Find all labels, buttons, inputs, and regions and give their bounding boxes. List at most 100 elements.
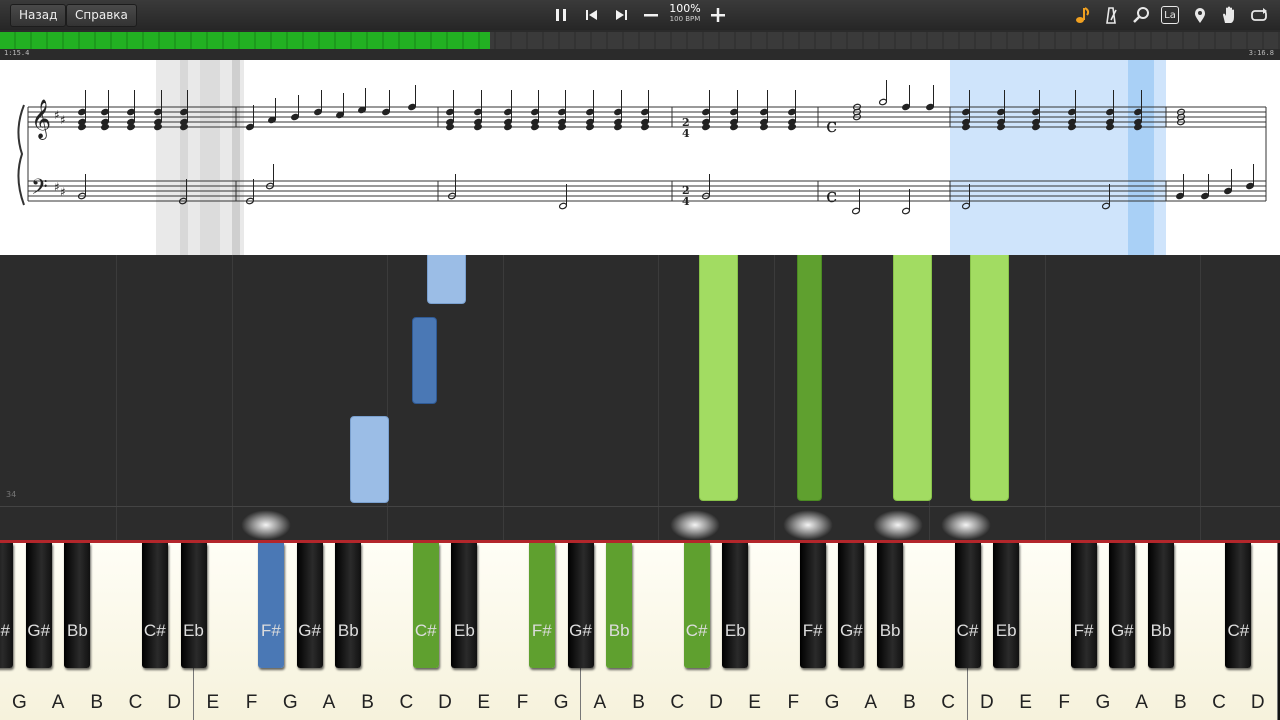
next-button[interactable] xyxy=(610,4,632,26)
notehead xyxy=(702,108,710,116)
black-key[interactable]: C# xyxy=(954,543,981,668)
back-button[interactable]: Назад xyxy=(10,4,67,27)
black-key-pressed[interactable]: C# xyxy=(412,543,439,668)
tempo-display: 100% 100 BPM xyxy=(666,3,704,24)
key-press-glow xyxy=(941,510,991,540)
notehead xyxy=(474,108,482,116)
score-staff: 𝄞 𝄢 ♯ ♯ ♯ ♯ 2 4 2 4 c c xyxy=(17,60,1267,255)
white-key-label: D xyxy=(167,692,181,713)
notehead xyxy=(788,108,796,116)
song-progress-bar[interactable]: 1:15.4 3:16.8 xyxy=(0,30,1280,60)
hand-icon[interactable] xyxy=(1218,4,1240,26)
skip-back-icon xyxy=(586,10,597,20)
playhead-cursor xyxy=(1128,60,1154,255)
white-key-label: G xyxy=(824,692,840,713)
help-button[interactable]: Справка xyxy=(66,4,137,27)
notehead xyxy=(558,202,568,210)
white-key-label: C xyxy=(670,692,685,713)
black-key[interactable]: Bb xyxy=(1148,543,1174,668)
black-key[interactable]: Eb xyxy=(451,543,478,668)
black-key-label: Bb xyxy=(879,621,901,640)
black-key[interactable]: Eb xyxy=(993,543,1020,668)
location-pin-icon[interactable] xyxy=(1189,4,1211,26)
white-key-label: B xyxy=(1174,692,1187,713)
tempo-increase-button[interactable] xyxy=(707,4,729,26)
white-key-label: D xyxy=(438,692,452,713)
notehead xyxy=(504,108,512,116)
falling-note-left-hand xyxy=(412,317,437,404)
black-key-pressed[interactable]: F# xyxy=(528,543,555,668)
la-icon[interactable]: La xyxy=(1159,4,1181,26)
black-key-label: Bb xyxy=(66,621,88,640)
black-key[interactable]: C# xyxy=(141,543,168,668)
black-key[interactable]: G# xyxy=(1109,543,1136,668)
notehead xyxy=(408,103,416,111)
svg-text:♯: ♯ xyxy=(54,108,60,122)
white-key-label: B xyxy=(903,692,916,713)
previous-button[interactable] xyxy=(581,4,603,26)
la-label: La xyxy=(1161,6,1179,24)
svg-text:♯: ♯ xyxy=(60,185,66,199)
svg-text:c: c xyxy=(826,113,837,137)
key-press-glow xyxy=(873,510,923,540)
roll-grid xyxy=(0,255,1280,540)
svg-text:4: 4 xyxy=(682,195,690,208)
metronome-icon[interactable] xyxy=(1100,4,1122,26)
black-key[interactable]: Bb xyxy=(335,543,362,668)
white-key-label: D xyxy=(979,692,994,713)
black-key[interactable]: G# xyxy=(838,543,865,668)
falling-note-left-hand xyxy=(427,255,466,304)
key-press-glow xyxy=(670,510,720,540)
white-key-label: E xyxy=(748,692,761,713)
notehead xyxy=(851,207,861,215)
white-key-label: G xyxy=(282,692,298,713)
black-key[interactable]: Bb xyxy=(64,543,91,668)
svg-text:4: 4 xyxy=(682,127,690,140)
white-key-label: F xyxy=(516,692,529,713)
loop-icon[interactable] xyxy=(1248,4,1270,26)
black-key-pressed[interactable]: C# xyxy=(683,543,710,668)
black-key[interactable]: G# xyxy=(296,543,323,668)
elapsed-time: 1:15.4 xyxy=(4,49,30,57)
white-key-label: C xyxy=(399,692,414,713)
black-key[interactable]: G# xyxy=(567,543,594,668)
white-key-label: D xyxy=(709,692,723,713)
notehead xyxy=(902,103,910,111)
white-key-label: B xyxy=(632,692,645,713)
sheet-music-view[interactable]: 𝄞 𝄢 ♯ ♯ ♯ ♯ 2 4 2 4 c c xyxy=(0,60,1280,255)
black-key[interactable]: Eb xyxy=(722,543,749,668)
notehead xyxy=(878,98,888,106)
black-key[interactable]: Bb xyxy=(877,543,904,668)
svg-text:c: c xyxy=(826,183,837,207)
black-key-label: Bb xyxy=(608,621,630,640)
measure-number: 34 xyxy=(6,490,17,499)
white-key-label: F xyxy=(787,692,800,713)
notehead xyxy=(1224,187,1232,195)
black-key[interactable]: Eb xyxy=(180,543,207,668)
white-key-label: A xyxy=(1135,692,1148,713)
black-key-pressed[interactable]: F# xyxy=(257,543,284,668)
key-press-glow xyxy=(783,510,833,540)
tempo-decrease-button[interactable] xyxy=(640,4,662,26)
magnifier-icon[interactable] xyxy=(1130,4,1152,26)
key-press-glow xyxy=(241,510,291,540)
tempo-percent: 100% xyxy=(669,2,701,15)
black-key[interactable]: C# xyxy=(1225,543,1252,668)
black-key[interactable]: F# xyxy=(0,543,13,668)
black-key[interactable]: F# xyxy=(799,543,826,668)
white-key-label: A xyxy=(322,692,336,713)
black-key[interactable]: F# xyxy=(1070,543,1097,668)
notehead xyxy=(246,123,254,131)
black-key[interactable]: G# xyxy=(25,543,52,668)
white-key-label: B xyxy=(90,692,104,713)
black-key-pressed[interactable]: Bb xyxy=(606,543,633,668)
music-note-icon[interactable] xyxy=(1071,4,1093,26)
notehead xyxy=(1201,192,1209,200)
black-key-label: Eb xyxy=(183,621,204,640)
plus-icon xyxy=(711,8,725,22)
white-key-label: F xyxy=(1058,692,1071,713)
black-key-label: Eb xyxy=(724,621,746,640)
pause-button[interactable] xyxy=(550,4,572,26)
falling-note-left-hand xyxy=(350,416,389,503)
white-key-label: E xyxy=(477,692,491,713)
